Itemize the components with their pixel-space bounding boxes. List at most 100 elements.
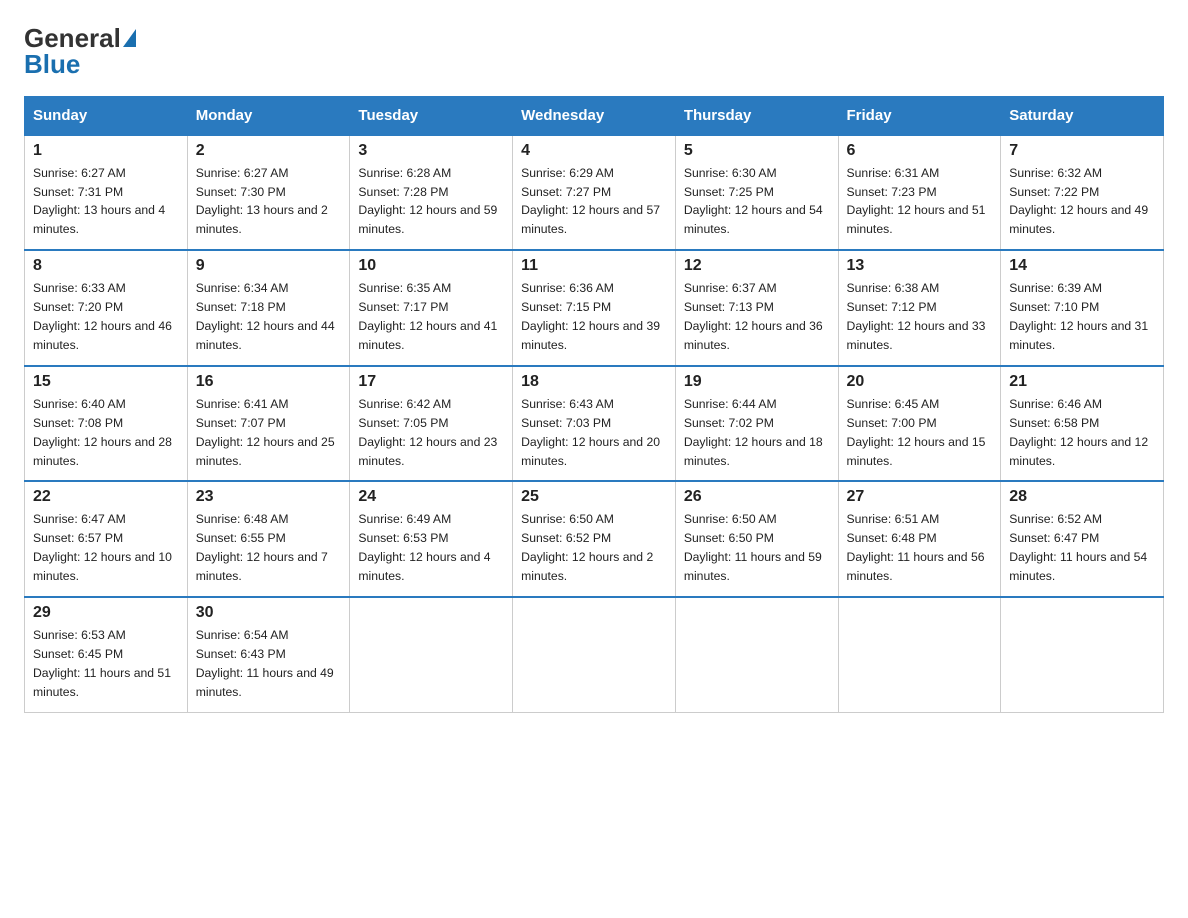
calendar-day-2: 2 Sunrise: 6:27 AMSunset: 7:30 PMDayligh…: [187, 135, 350, 251]
day-info: Sunrise: 6:31 AMSunset: 7:23 PMDaylight:…: [847, 166, 986, 237]
calendar-day-13: 13 Sunrise: 6:38 AMSunset: 7:12 PMDaylig…: [838, 250, 1001, 366]
calendar-empty: [838, 597, 1001, 712]
calendar-day-16: 16 Sunrise: 6:41 AMSunset: 7:07 PMDaylig…: [187, 366, 350, 482]
calendar-day-9: 9 Sunrise: 6:34 AMSunset: 7:18 PMDayligh…: [187, 250, 350, 366]
day-info: Sunrise: 6:46 AMSunset: 6:58 PMDaylight:…: [1009, 397, 1148, 468]
calendar-day-26: 26 Sunrise: 6:50 AMSunset: 6:50 PMDaylig…: [675, 481, 838, 597]
calendar-week-1: 1 Sunrise: 6:27 AMSunset: 7:31 PMDayligh…: [25, 135, 1164, 251]
day-number: 27: [847, 488, 993, 506]
calendar-day-30: 30 Sunrise: 6:54 AMSunset: 6:43 PMDaylig…: [187, 597, 350, 712]
day-number: 8: [33, 257, 179, 275]
day-info: Sunrise: 6:37 AMSunset: 7:13 PMDaylight:…: [684, 281, 823, 352]
calendar-day-19: 19 Sunrise: 6:44 AMSunset: 7:02 PMDaylig…: [675, 366, 838, 482]
calendar-day-1: 1 Sunrise: 6:27 AMSunset: 7:31 PMDayligh…: [25, 135, 188, 251]
header-monday: Monday: [187, 96, 350, 135]
day-number: 17: [358, 373, 504, 391]
day-number: 13: [847, 257, 993, 275]
day-info: Sunrise: 6:44 AMSunset: 7:02 PMDaylight:…: [684, 397, 823, 468]
day-number: 15: [33, 373, 179, 391]
day-info: Sunrise: 6:43 AMSunset: 7:03 PMDaylight:…: [521, 397, 660, 468]
day-info: Sunrise: 6:45 AMSunset: 7:00 PMDaylight:…: [847, 397, 986, 468]
header-saturday: Saturday: [1001, 96, 1164, 135]
day-number: 21: [1009, 373, 1155, 391]
day-info: Sunrise: 6:41 AMSunset: 7:07 PMDaylight:…: [196, 397, 335, 468]
calendar-day-17: 17 Sunrise: 6:42 AMSunset: 7:05 PMDaylig…: [350, 366, 513, 482]
calendar-table: SundayMondayTuesdayWednesdayThursdayFrid…: [24, 96, 1164, 713]
calendar-empty: [350, 597, 513, 712]
calendar-day-8: 8 Sunrise: 6:33 AMSunset: 7:20 PMDayligh…: [25, 250, 188, 366]
day-number: 28: [1009, 488, 1155, 506]
day-info: Sunrise: 6:50 AMSunset: 6:52 PMDaylight:…: [521, 512, 653, 583]
day-number: 23: [196, 488, 342, 506]
day-info: Sunrise: 6:52 AMSunset: 6:47 PMDaylight:…: [1009, 512, 1147, 583]
day-info: Sunrise: 6:39 AMSunset: 7:10 PMDaylight:…: [1009, 281, 1148, 352]
day-info: Sunrise: 6:42 AMSunset: 7:05 PMDaylight:…: [358, 397, 497, 468]
calendar-day-24: 24 Sunrise: 6:49 AMSunset: 6:53 PMDaylig…: [350, 481, 513, 597]
day-info: Sunrise: 6:27 AMSunset: 7:30 PMDaylight:…: [196, 166, 328, 237]
logo-blue-text: Blue: [24, 49, 80, 80]
day-number: 5: [684, 142, 830, 160]
calendar-day-7: 7 Sunrise: 6:32 AMSunset: 7:22 PMDayligh…: [1001, 135, 1164, 251]
calendar-empty: [513, 597, 676, 712]
calendar-day-14: 14 Sunrise: 6:39 AMSunset: 7:10 PMDaylig…: [1001, 250, 1164, 366]
calendar-day-28: 28 Sunrise: 6:52 AMSunset: 6:47 PMDaylig…: [1001, 481, 1164, 597]
calendar-day-4: 4 Sunrise: 6:29 AMSunset: 7:27 PMDayligh…: [513, 135, 676, 251]
day-info: Sunrise: 6:27 AMSunset: 7:31 PMDaylight:…: [33, 166, 165, 237]
calendar-day-12: 12 Sunrise: 6:37 AMSunset: 7:13 PMDaylig…: [675, 250, 838, 366]
day-number: 11: [521, 257, 667, 275]
day-info: Sunrise: 6:33 AMSunset: 7:20 PMDaylight:…: [33, 281, 172, 352]
calendar-header-row: SundayMondayTuesdayWednesdayThursdayFrid…: [25, 96, 1164, 135]
calendar-week-3: 15 Sunrise: 6:40 AMSunset: 7:08 PMDaylig…: [25, 366, 1164, 482]
day-info: Sunrise: 6:35 AMSunset: 7:17 PMDaylight:…: [358, 281, 497, 352]
day-number: 3: [358, 142, 504, 160]
day-number: 18: [521, 373, 667, 391]
day-info: Sunrise: 6:40 AMSunset: 7:08 PMDaylight:…: [33, 397, 172, 468]
day-info: Sunrise: 6:32 AMSunset: 7:22 PMDaylight:…: [1009, 166, 1148, 237]
day-number: 26: [684, 488, 830, 506]
day-info: Sunrise: 6:48 AMSunset: 6:55 PMDaylight:…: [196, 512, 328, 583]
calendar-day-27: 27 Sunrise: 6:51 AMSunset: 6:48 PMDaylig…: [838, 481, 1001, 597]
calendar-day-22: 22 Sunrise: 6:47 AMSunset: 6:57 PMDaylig…: [25, 481, 188, 597]
day-number: 4: [521, 142, 667, 160]
day-number: 12: [684, 257, 830, 275]
calendar-day-20: 20 Sunrise: 6:45 AMSunset: 7:00 PMDaylig…: [838, 366, 1001, 482]
calendar-day-10: 10 Sunrise: 6:35 AMSunset: 7:17 PMDaylig…: [350, 250, 513, 366]
day-number: 6: [847, 142, 993, 160]
day-info: Sunrise: 6:28 AMSunset: 7:28 PMDaylight:…: [358, 166, 497, 237]
calendar-week-5: 29 Sunrise: 6:53 AMSunset: 6:45 PMDaylig…: [25, 597, 1164, 712]
day-info: Sunrise: 6:38 AMSunset: 7:12 PMDaylight:…: [847, 281, 986, 352]
header-tuesday: Tuesday: [350, 96, 513, 135]
header-wednesday: Wednesday: [513, 96, 676, 135]
day-info: Sunrise: 6:34 AMSunset: 7:18 PMDaylight:…: [196, 281, 335, 352]
day-info: Sunrise: 6:51 AMSunset: 6:48 PMDaylight:…: [847, 512, 985, 583]
calendar-week-4: 22 Sunrise: 6:47 AMSunset: 6:57 PMDaylig…: [25, 481, 1164, 597]
day-number: 30: [196, 604, 342, 622]
day-number: 1: [33, 142, 179, 160]
calendar-day-3: 3 Sunrise: 6:28 AMSunset: 7:28 PMDayligh…: [350, 135, 513, 251]
day-number: 25: [521, 488, 667, 506]
day-number: 14: [1009, 257, 1155, 275]
day-number: 19: [684, 373, 830, 391]
calendar-day-5: 5 Sunrise: 6:30 AMSunset: 7:25 PMDayligh…: [675, 135, 838, 251]
calendar-day-25: 25 Sunrise: 6:50 AMSunset: 6:52 PMDaylig…: [513, 481, 676, 597]
header-thursday: Thursday: [675, 96, 838, 135]
day-number: 22: [33, 488, 179, 506]
header-sunday: Sunday: [25, 96, 188, 135]
day-info: Sunrise: 6:49 AMSunset: 6:53 PMDaylight:…: [358, 512, 490, 583]
day-number: 24: [358, 488, 504, 506]
day-info: Sunrise: 6:54 AMSunset: 6:43 PMDaylight:…: [196, 628, 334, 699]
day-info: Sunrise: 6:36 AMSunset: 7:15 PMDaylight:…: [521, 281, 660, 352]
header-friday: Friday: [838, 96, 1001, 135]
calendar-day-18: 18 Sunrise: 6:43 AMSunset: 7:03 PMDaylig…: [513, 366, 676, 482]
day-number: 29: [33, 604, 179, 622]
page-header: General Blue: [24, 24, 1164, 80]
day-info: Sunrise: 6:50 AMSunset: 6:50 PMDaylight:…: [684, 512, 822, 583]
day-number: 2: [196, 142, 342, 160]
day-number: 20: [847, 373, 993, 391]
day-number: 10: [358, 257, 504, 275]
day-info: Sunrise: 6:53 AMSunset: 6:45 PMDaylight:…: [33, 628, 171, 699]
logo-triangle-icon: [123, 29, 136, 47]
calendar-day-15: 15 Sunrise: 6:40 AMSunset: 7:08 PMDaylig…: [25, 366, 188, 482]
day-number: 9: [196, 257, 342, 275]
day-number: 16: [196, 373, 342, 391]
